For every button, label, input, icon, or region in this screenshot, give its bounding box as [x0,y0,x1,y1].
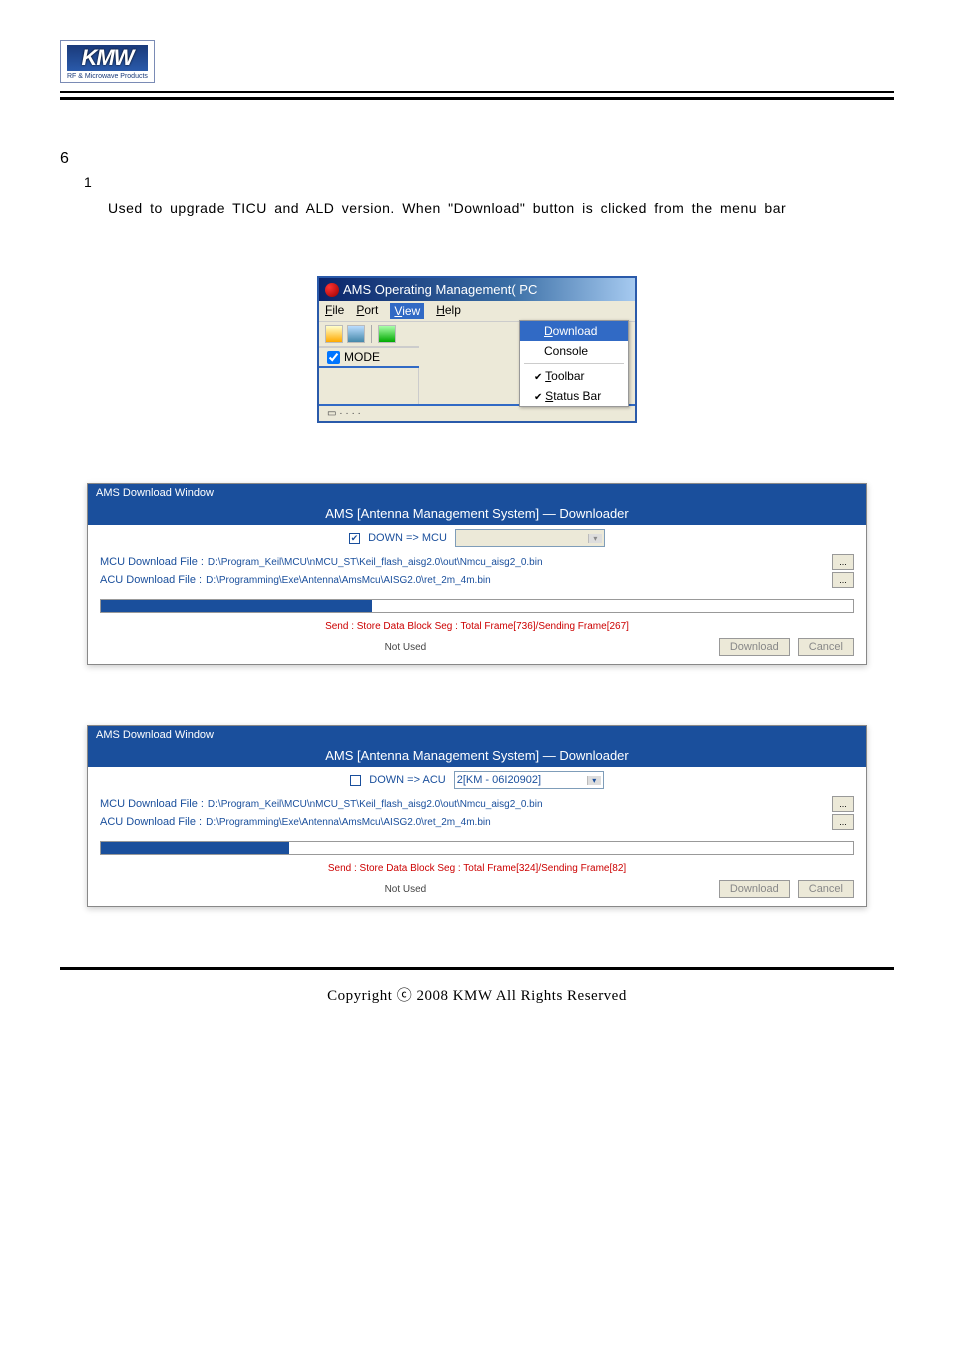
toolbar-port-icon[interactable] [378,325,396,343]
dropdown-download[interactable]: Download [520,321,628,341]
not-used-label: Not Used [100,642,711,653]
toolbar [319,322,419,347]
dlw-titlebar-2: AMS Download Window [88,726,866,744]
target-select[interactable]: 2[KM - 06I20902] ▾ [454,771,604,789]
dlw-titlebar: AMS Download Window [88,484,866,502]
window-title-bar: AMS Operating Management( PC [319,278,635,301]
target-select-value: 2[KM - 06I20902] [457,774,541,786]
mcu-browse-button[interactable]: ... [832,554,854,570]
dropdown-separator [524,363,624,364]
progress-bar-mcu [100,599,854,613]
menu-help[interactable]: Help [436,303,461,319]
menu-view[interactable]: View [390,303,424,319]
app-icon [325,283,339,297]
mode-checkbox-acu[interactable] [350,775,361,786]
status-text-acu: Send : Store Data Block Seg : Total Fram… [88,861,866,876]
brand-logo: KMW RF & Microwave Products [60,40,155,83]
mcu-browse-button-2[interactable]: ... [832,796,854,812]
toolbar-save-icon[interactable] [347,325,365,343]
mcu-file-label: MCU Download File : [100,556,204,568]
dropdown-console[interactable]: Console [520,341,628,361]
dlw-bottom-row: Not Used Download Cancel [88,634,866,664]
cancel-button[interactable]: Cancel [798,638,854,656]
download-window-acu: AMS Download Window AMS [Antenna Managem… [87,725,867,907]
acu-file-label-2: ACU Download File : [100,816,202,828]
mode-label: MODE [344,350,380,364]
dropdown-statusbar[interactable]: Status Bar [520,386,628,406]
mode-checkbox[interactable] [327,351,340,364]
header-rule-thick [60,97,894,100]
dlw-subtitle: AMS [Antenna Management System] — Downlo… [88,502,866,525]
mode-row: MODE [319,347,419,368]
dlw-files: MCU Download File : D:\Program_Keil\MCU\… [88,553,866,593]
document-page: KMW RF & Microwave Products 6 1 Used to … [0,0,954,1075]
mode-label-acu: DOWN => ACU [369,774,445,786]
toolbar-separator [371,325,372,343]
acu-browse-button-2[interactable]: ... [832,814,854,830]
chevron-down-icon: ▾ [588,534,602,543]
acu-browse-button[interactable]: ... [832,572,854,588]
subsection-number: 1 [84,174,894,190]
brand-tagline: RF & Microwave Products [67,73,148,80]
brand-name: KMW [67,45,148,71]
acu-file-path: D:\Programming\Exe\Antenna\AmsMcu\AISG2.… [206,575,828,586]
menu-file[interactable]: File [325,303,344,319]
chevron-down-icon: ▾ [587,776,601,785]
dlw-mode-row: ✔ DOWN => MCU ▾ [88,525,866,553]
view-dropdown: Download Console Toolbar Status Bar [519,320,629,407]
progress-bar-acu [100,841,854,855]
cancel-button-2[interactable]: Cancel [798,880,854,898]
dlw-bottom-row-2: Not Used Download Cancel [88,876,866,906]
progress-fill-acu [101,842,289,854]
header-logo-area: KMW RF & Microwave Products [60,40,894,83]
toolbar-open-icon[interactable] [325,325,343,343]
dropdown-toolbar[interactable]: Toolbar [520,366,628,386]
mcu-file-path-2: D:\Program_Keil\MCU\nMCU_ST\Keil_flash_a… [208,799,828,810]
section-number: 6 [60,150,894,168]
target-select-disabled: ▾ [455,529,605,547]
copyright-footer: Copyright ⓒ 2008 KMW All Rights Reserved [60,974,894,1035]
menu-port[interactable]: Port [356,303,378,319]
mcu-file-path: D:\Program_Keil\MCU\nMCU_ST\Keil_flash_a… [208,557,828,568]
dlw-mode-row-2: DOWN => ACU 2[KM - 06I20902] ▾ [88,767,866,795]
mode-label-mcu: DOWN => MCU [368,532,447,544]
dlw-subtitle-2: AMS [Antenna Management System] — Downlo… [88,744,866,767]
section-description: Used to upgrade TICU and ALD version. Wh… [108,200,894,216]
acu-file-path-2: D:\Programming\Exe\Antenna\AmsMcu\AISG2.… [206,817,828,828]
download-button-2[interactable]: Download [719,880,790,898]
dlw-files-2: MCU Download File : D:\Program_Keil\MCU\… [88,795,866,835]
footer-rule [60,967,894,970]
progress-fill-mcu [101,600,372,612]
header-rule-thin [60,91,894,93]
window-title: AMS Operating Management( PC [343,282,537,297]
download-window-mcu: AMS Download Window AMS [Antenna Managem… [87,483,867,665]
status-text-mcu: Send : Store Data Block Seg : Total Fram… [88,619,866,634]
mcu-file-label-2: MCU Download File : [100,798,204,810]
menu-bar: File Port View Help [319,301,635,322]
mode-checkbox-mcu[interactable]: ✔ [349,533,360,544]
ams-app-window: AMS Operating Management( PC File Port V… [317,276,637,423]
download-button[interactable]: Download [719,638,790,656]
acu-file-label: ACU Download File : [100,574,202,586]
not-used-label-2: Not Used [100,884,711,895]
